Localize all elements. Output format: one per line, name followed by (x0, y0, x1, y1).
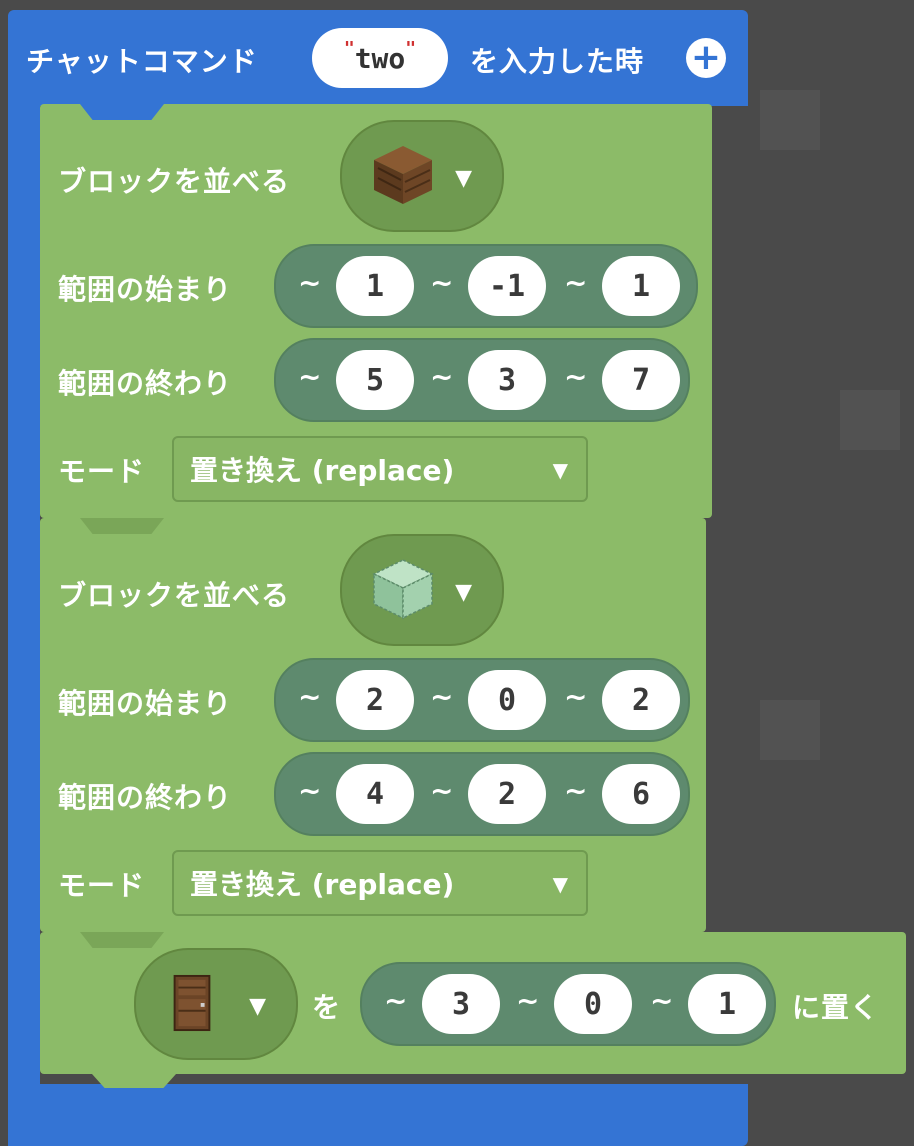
range-start-position[interactable]: ~ 1 ~ -1 ~ 1 (274, 244, 698, 328)
block-notch (80, 932, 164, 948)
glass-block-icon (372, 559, 434, 620)
mode-value: 置き換え (replace) (190, 454, 455, 487)
range-start-position[interactable]: ~ 2 ~ 0 ~ 2 (274, 658, 690, 742)
mode-value: 置き換え (replace) (190, 868, 455, 901)
wooden-door-icon (173, 974, 211, 1032)
range-end-position[interactable]: ~ 4 ~ 2 ~ 6 (274, 752, 690, 836)
event-title-suffix: を入力した時 (470, 45, 645, 78)
mode-dropdown[interactable]: 置き換え (replace) ▼ (172, 436, 588, 502)
chevron-down-icon: ▼ (455, 580, 472, 605)
tilde-x: ~ (298, 266, 322, 299)
plus-circle-icon[interactable]: + (686, 38, 726, 78)
tilde-y: ~ (516, 984, 540, 1017)
place-particle: を (312, 991, 342, 1024)
tilde-z: ~ (564, 774, 588, 807)
start-x-field[interactable]: 2 (336, 670, 414, 730)
tilde-z: ~ (650, 984, 674, 1017)
end-x-field[interactable]: 4 (336, 764, 414, 824)
chevron-down-icon: ▼ (552, 872, 568, 896)
block-item-picker[interactable]: ▼ (134, 948, 298, 1060)
tilde-y: ~ (430, 266, 454, 299)
tilde-y: ~ (430, 680, 454, 713)
chevron-down-icon: ▼ (552, 458, 568, 482)
fill-block-1[interactable]: ブロックを並べる ▼ 範囲の始まり ~ 1 ~ -1 ~ 1 範囲の終わり ~ … (40, 104, 712, 518)
oak-log-icon (374, 146, 432, 204)
start-y-field[interactable]: 0 (468, 670, 546, 730)
range-end-label: 範囲の終わり (58, 367, 233, 400)
place-x-field[interactable]: 3 (422, 974, 500, 1034)
chevron-down-icon: ▼ (249, 994, 266, 1019)
workspace-tile (840, 390, 900, 450)
tilde-z: ~ (564, 360, 588, 393)
block-tab (92, 1074, 176, 1088)
workspace-tile (760, 90, 820, 150)
block-item-picker[interactable]: ▼ (340, 120, 504, 232)
range-start-label: 範囲の始まり (58, 687, 233, 720)
range-end-label: 範囲の終わり (58, 781, 233, 814)
place-y-field[interactable]: 0 (554, 974, 632, 1034)
event-title: チャットコマンド (26, 45, 258, 78)
block-notch (80, 104, 164, 120)
tilde-y: ~ (430, 360, 454, 393)
workspace-tile (760, 700, 820, 760)
start-z-field[interactable]: 1 (602, 256, 680, 316)
fill-block-label: ブロックを並べる (58, 165, 291, 198)
place-suffix: に置く (792, 991, 880, 1024)
close-quote-mark: " (405, 37, 417, 59)
end-z-field[interactable]: 6 (602, 764, 680, 824)
event-block-spine (8, 106, 40, 1086)
block-notch (80, 518, 164, 534)
mode-dropdown[interactable]: 置き換え (replace) ▼ (172, 850, 588, 916)
end-z-field[interactable]: 7 (602, 350, 680, 410)
mode-label: モード (58, 869, 146, 902)
mode-label: モード (58, 455, 146, 488)
range-start-label: 範囲の始まり (58, 273, 233, 306)
command-text-field[interactable]: " two " (312, 28, 448, 88)
block-item-picker[interactable]: ▼ (340, 534, 504, 646)
end-y-field[interactable]: 2 (468, 764, 546, 824)
start-x-field[interactable]: 1 (336, 256, 414, 316)
range-end-position[interactable]: ~ 5 ~ 3 ~ 7 (274, 338, 690, 422)
tilde-z: ~ (564, 266, 588, 299)
tilde-x: ~ (298, 680, 322, 713)
place-z-field[interactable]: 1 (688, 974, 766, 1034)
tilde-y: ~ (430, 774, 454, 807)
tilde-x: ~ (384, 984, 408, 1017)
open-quote-mark: " (343, 37, 355, 59)
tilde-z: ~ (564, 680, 588, 713)
tilde-x: ~ (298, 360, 322, 393)
fill-block-2[interactable]: ブロックを並べる ▼ 範囲の始まり ~ 2 ~ 0 ~ 2 範囲の終わり ~ 4… (40, 518, 706, 932)
fill-block-label: ブロックを並べる (58, 579, 291, 612)
tilde-x: ~ (298, 774, 322, 807)
start-y-field[interactable]: -1 (468, 256, 546, 316)
place-position[interactable]: ~ 3 ~ 0 ~ 1 (360, 962, 776, 1046)
place-block[interactable]: ▼ を ~ 3 ~ 0 ~ 1 に置く (40, 932, 906, 1088)
chevron-down-icon: ▼ (455, 166, 472, 191)
end-y-field[interactable]: 3 (468, 350, 546, 410)
event-block-footer (8, 1084, 748, 1146)
end-x-field[interactable]: 5 (336, 350, 414, 410)
command-value: two (354, 41, 406, 75)
start-z-field[interactable]: 2 (602, 670, 680, 730)
